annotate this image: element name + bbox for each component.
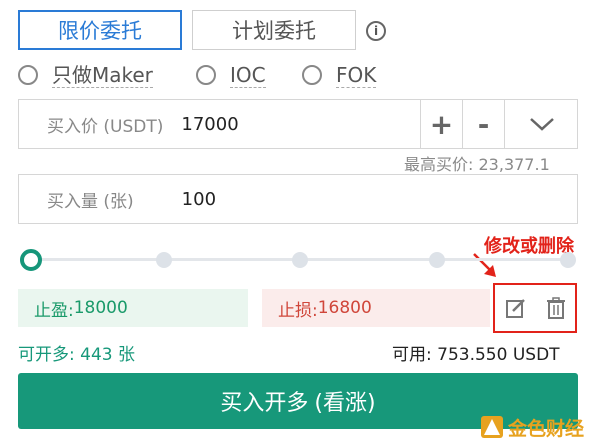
price-minus-button[interactable]: - <box>462 99 504 149</box>
delete-icon[interactable] <box>546 297 566 319</box>
radio-circle-icon <box>196 65 216 85</box>
edit-icon[interactable] <box>505 297 527 319</box>
radio-circle-icon <box>18 65 38 85</box>
slider-stop-100[interactable] <box>560 252 576 268</box>
slider-handle[interactable] <box>20 249 42 271</box>
available-unit: USDT <box>512 345 560 365</box>
buy-button-sub: (看涨) <box>314 391 376 416</box>
radio-label-fok: FOK <box>336 62 377 88</box>
radio-label-ioc: IOC <box>230 62 266 88</box>
price-input[interactable]: 17000 <box>181 114 238 135</box>
available-balance: 可用: 753.550 USDT <box>392 340 560 365</box>
watermark-logo: 金色财经 <box>480 414 584 440</box>
available-value: 753.550 <box>437 345 508 365</box>
quantity-input[interactable]: 100 <box>182 189 216 210</box>
radio-label-maker: 只做Maker <box>52 62 153 88</box>
available-label: 可用: <box>392 345 432 365</box>
tpsl-actions <box>493 283 577 333</box>
annotation-arrow-icon <box>473 253 496 277</box>
slider-stop-25[interactable] <box>156 252 172 268</box>
info-icon[interactable]: i <box>366 21 386 41</box>
stop-loss-label: 止损: <box>278 300 318 321</box>
stop-loss-value: 16800 <box>317 298 372 318</box>
radio-circle-icon <box>302 65 322 85</box>
radio-maker-only[interactable]: 只做Maker <box>18 62 153 88</box>
watermark-text: 金色财经 <box>508 417 585 440</box>
price-dropdown-button[interactable] <box>504 99 578 149</box>
radio-ioc[interactable]: IOC <box>196 62 266 88</box>
max-bid-hint: 最高买价: 23,377.1 <box>404 151 550 175</box>
tab-limit-order[interactable]: 限价委托 <box>18 10 182 50</box>
max-bid-value: 23,377.1 <box>478 155 550 174</box>
slider-stop-50[interactable] <box>292 252 308 268</box>
take-profit-box: 止盈: 18000 <box>18 289 248 327</box>
open-long-value: 443 <box>80 345 113 365</box>
radio-fok[interactable]: FOK <box>302 62 377 88</box>
open-long-unit: 张 <box>118 345 135 365</box>
chevron-down-icon <box>529 118 554 131</box>
stop-loss-box: 止损: 16800 <box>262 289 490 327</box>
buy-button-label: 买入开多 <box>220 391 309 416</box>
price-label: 买入价 (USDT) <box>47 116 164 137</box>
open-long-info: 可开多: 443 张 <box>18 340 135 365</box>
open-long-label: 可开多: <box>18 345 75 365</box>
take-profit-value: 18000 <box>73 298 128 318</box>
take-profit-label: 止盈: <box>34 300 74 321</box>
slider-stop-75[interactable] <box>429 252 445 268</box>
max-bid-label: 最高买价: <box>404 155 474 174</box>
quantity-label: 买入量 (张) <box>47 191 134 212</box>
quantity-field[interactable]: 买入量 (张) 100 <box>18 174 578 224</box>
tab-plan-order[interactable]: 计划委托 <box>192 10 356 50</box>
price-plus-button[interactable]: + <box>420 99 462 149</box>
brand-logo-icon <box>481 416 503 438</box>
